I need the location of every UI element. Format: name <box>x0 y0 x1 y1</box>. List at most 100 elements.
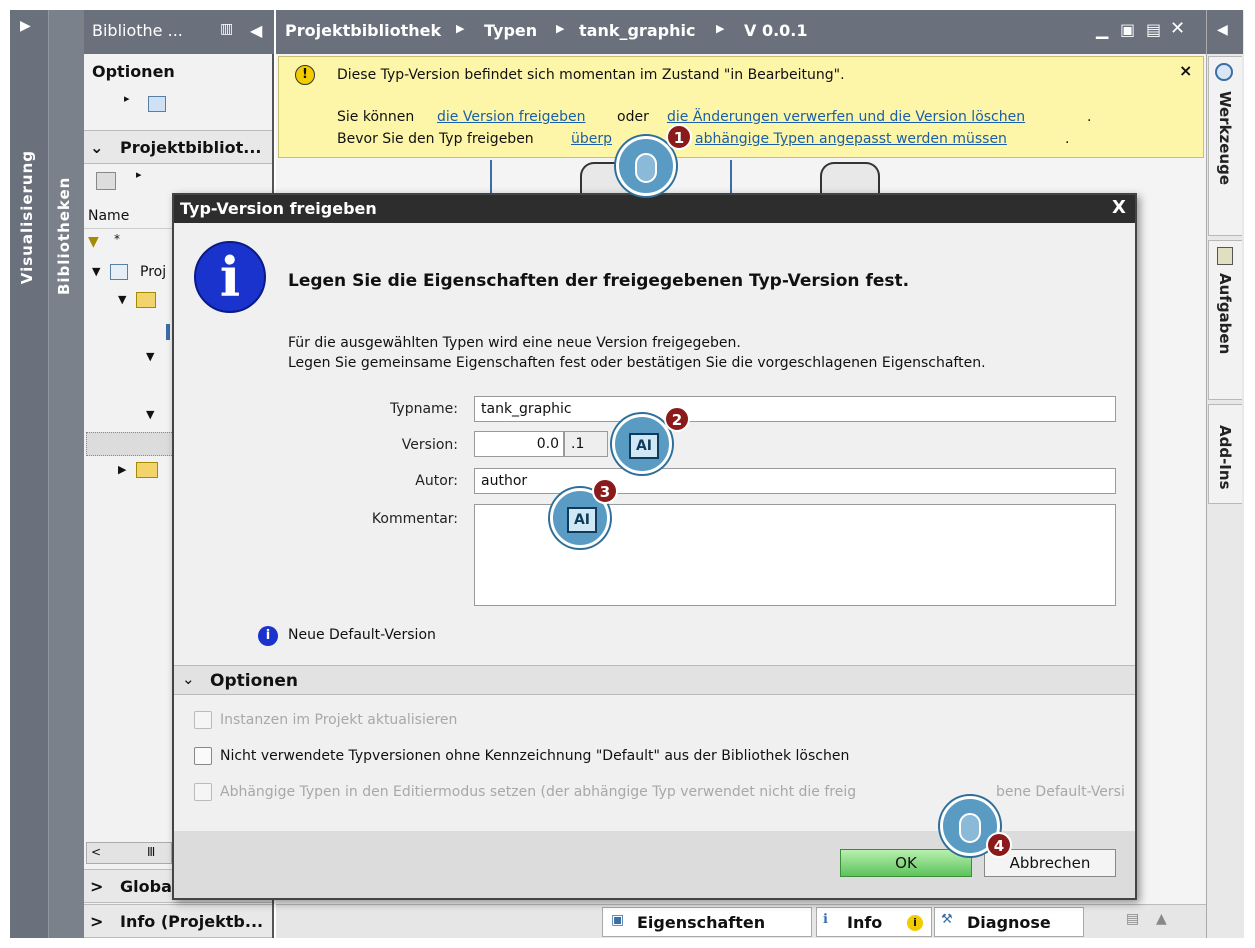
horizontal-scrollbar[interactable]: < Ⅲ <box>86 842 172 864</box>
breadcrumb-item[interactable]: tank_graphic <box>579 21 695 40</box>
small-arrow-icon: ▸ <box>136 168 142 181</box>
version-major-input[interactable]: 0.0 <box>474 431 564 457</box>
tab-addins[interactable]: Add-Ins <box>1208 404 1242 504</box>
chevron-right-icon[interactable]: > <box>90 877 103 896</box>
tree-expand-icon[interactable]: ▼ <box>92 265 100 278</box>
visualization-sidebar[interactable]: ▶ Visualisierung <box>10 10 48 938</box>
editor-header: Projektbibliothek ▶ Typen ▶ tank_graphic… <box>276 10 1206 54</box>
keyboard-input-callout: AI <box>612 414 672 474</box>
dialog-description-1: Für die ausgewählten Typen wird eine neu… <box>288 335 741 351</box>
diagnose-tab[interactable]: ⚒ Diagnose <box>934 907 1084 937</box>
project-library-section[interactable]: ⌄ Projektbibliot... <box>84 130 272 164</box>
text-input-icon: AI <box>567 507 597 533</box>
guide-line <box>490 160 492 194</box>
project-library-title: Projektbibliot... <box>120 138 262 157</box>
libraries-tab-label[interactable]: Bibliotheken <box>55 165 73 295</box>
delete-unused-versions-label: Nicht verwendete Typversionen ohne Kennz… <box>220 748 850 764</box>
panel-layout-icon[interactable]: ▤ <box>1126 911 1139 927</box>
library-view-icon[interactable] <box>96 172 116 190</box>
dialog-description-2: Legen Sie gemeinsame Eigenschaften fest … <box>288 355 986 371</box>
tree-row-selected[interactable] <box>86 432 174 456</box>
warning-icon: ! <box>295 65 315 85</box>
breadcrumb-item[interactable]: V 0.0.1 <box>744 21 808 40</box>
dependent-edit-mode-checkbox[interactable] <box>194 783 212 801</box>
tree-root-label[interactable]: Proj <box>140 264 166 280</box>
comment-label: Kommentar: <box>371 511 458 527</box>
dialog-close-icon[interactable]: X <box>1112 197 1126 218</box>
info-library-section[interactable]: > Info (Projektb... <box>84 904 272 938</box>
addins-tab-label[interactable]: Add-Ins <box>1216 425 1234 490</box>
tree-expand-icon[interactable]: ▶ <box>118 463 126 476</box>
release-type-version-dialog: Typ-Version freigeben X i Legen Sie die … <box>172 193 1137 900</box>
warning-close-icon[interactable]: × <box>1179 61 1192 80</box>
check-dependencies-link[interactable]: überp <box>571 131 612 147</box>
tree-expand-icon[interactable]: ▼ <box>146 350 154 363</box>
release-version-link[interactable]: die Version freigeben <box>437 109 586 125</box>
delete-unused-versions-checkbox[interactable] <box>194 747 212 765</box>
mouse-icon <box>959 813 981 843</box>
discard-changes-link[interactable]: die Änderungen verwerfen und die Version… <box>667 109 1025 125</box>
version-label: Version: <box>401 437 458 453</box>
options-heading: Optionen <box>92 62 175 81</box>
library-book-icon <box>110 264 128 280</box>
update-instances-label: Instanzen im Projekt aktualisieren <box>220 712 458 728</box>
warning-bar: ! Diese Typ-Version befindet sich moment… <box>278 56 1204 158</box>
mouse-click-callout <box>616 136 676 196</box>
warning-line2-mid: oder <box>617 109 649 125</box>
library-panel-header: Bibliothe ... ▥ ◀ <box>84 10 274 54</box>
chevron-up-icon[interactable]: ▲ <box>1156 911 1167 927</box>
mouse-icon <box>635 153 657 183</box>
tools-tab-label[interactable]: Werkzeuge <box>1216 91 1234 185</box>
scroll-left-icon[interactable]: < <box>91 845 101 859</box>
text-input-icon: AI <box>629 433 659 459</box>
info-tab[interactable]: ℹ Info i <box>816 907 932 937</box>
author-label: Autor: <box>415 473 458 489</box>
step-badge: 4 <box>986 832 1012 858</box>
folder-icon <box>136 462 158 478</box>
update-instances-checkbox[interactable] <box>194 711 212 729</box>
dialog-heading: Legen Sie die Eigenschaften der freigege… <box>288 271 910 291</box>
info-large-icon: i <box>194 241 266 313</box>
chevron-down-icon[interactable]: ⌄ <box>90 138 103 157</box>
info-label: Info <box>847 913 883 932</box>
warning-line3-prefix: Bevor Sie den Typ freigeben <box>337 131 534 147</box>
visualization-tab-label[interactable]: Visualisierung <box>18 150 36 284</box>
collapse-left-icon[interactable]: ◀ <box>250 21 262 40</box>
collapse-right-icon[interactable]: ◀ <box>1207 10 1243 54</box>
breadcrumb-arrow-icon: ▶ <box>456 22 465 35</box>
ok-button[interactable]: OK <box>840 849 972 877</box>
tab-tools[interactable]: Werkzeuge <box>1208 56 1242 236</box>
float-window-icon[interactable]: ▣ <box>1120 20 1135 39</box>
breadcrumb-arrow-icon: ▶ <box>716 22 725 35</box>
diagnose-label: Diagnose <box>967 913 1051 932</box>
libraries-sidebar[interactable]: Bibliotheken <box>48 10 84 938</box>
typname-input[interactable]: tank_graphic <box>474 396 1116 422</box>
folder-icon <box>136 292 156 308</box>
minimize-icon[interactable]: ▁ <box>1096 20 1108 39</box>
tree-expand-icon[interactable]: ▼ <box>146 408 154 421</box>
tasks-tab-label[interactable]: Aufgaben <box>1216 273 1234 354</box>
tasks-icon <box>1217 247 1233 265</box>
properties-tab[interactable]: ▣ Eigenschaften <box>602 907 812 937</box>
table-export-icon[interactable] <box>148 96 166 112</box>
chevron-down-icon[interactable]: ⌄ <box>182 670 195 688</box>
options-section-header[interactable]: ⌄ Optionen <box>174 665 1135 695</box>
tree-expand-icon[interactable]: ▼ <box>118 293 126 306</box>
scroll-thumb-icon[interactable]: Ⅲ <box>147 845 155 859</box>
filter-icon[interactable]: ▼ <box>88 234 99 250</box>
breadcrumb-arrow-icon: ▶ <box>556 22 565 35</box>
expand-arrow-icon[interactable]: ▶ <box>20 18 31 34</box>
name-column-header[interactable]: Name <box>84 203 174 229</box>
breadcrumb-item[interactable]: Typen <box>484 21 537 40</box>
step-badge: 3 <box>592 478 618 504</box>
dependent-types-link[interactable]: abhängige Typen angepasst werden müssen <box>695 131 1007 147</box>
tab-tasks[interactable]: Aufgaben <box>1208 240 1242 400</box>
filter-value: * <box>114 232 120 246</box>
version-minor-field: .1 <box>564 431 608 457</box>
panel-layout-icon[interactable]: ▥ <box>220 21 233 37</box>
breadcrumb-item[interactable]: Projektbibliothek <box>285 21 441 40</box>
close-icon[interactable]: ✕ <box>1170 18 1185 39</box>
maximize-icon[interactable]: ▤ <box>1146 20 1161 39</box>
chevron-right-icon[interactable]: > <box>90 912 103 931</box>
properties-icon: ▣ <box>611 912 625 928</box>
